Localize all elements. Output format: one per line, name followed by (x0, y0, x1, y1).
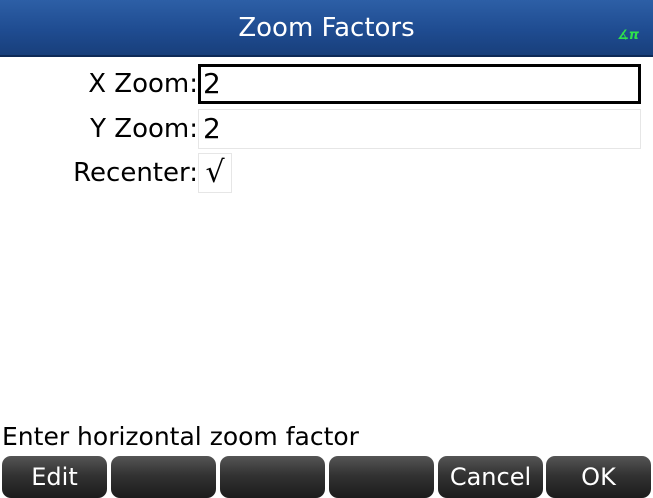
calculator-screen: Zoom Factors ∡π X Zoom: 2 Y Zoom: 2 Rece… (0, 0, 653, 498)
x-zoom-row: X Zoom: 2 (0, 64, 653, 104)
x-zoom-label: X Zoom: (88, 69, 198, 99)
empty-softkey-4[interactable] (329, 456, 434, 498)
recenter-label: Recenter: (73, 158, 198, 188)
page-title: Zoom Factors (238, 13, 415, 43)
y-zoom-field[interactable]: 2 (198, 109, 641, 149)
x-zoom-field[interactable]: 2 (198, 64, 641, 104)
ok-softkey[interactable]: OK (546, 456, 651, 498)
cancel-softkey[interactable]: Cancel (438, 456, 543, 498)
help-text: Enter horizontal zoom factor (2, 422, 359, 451)
y-zoom-row: Y Zoom: 2 (0, 109, 653, 149)
y-zoom-label: Y Zoom: (90, 114, 198, 144)
title-bar: Zoom Factors ∡π (0, 0, 653, 57)
recenter-row: Recenter: √ (0, 153, 653, 193)
empty-softkey-2[interactable] (111, 456, 216, 498)
empty-softkey-3[interactable] (220, 456, 325, 498)
edit-softkey[interactable]: Edit (2, 456, 107, 498)
recenter-checkbox[interactable]: √ (198, 153, 232, 193)
angle-pi-icon: ∡π (617, 28, 639, 43)
softkey-bar: Edit Cancel OK (0, 456, 653, 498)
